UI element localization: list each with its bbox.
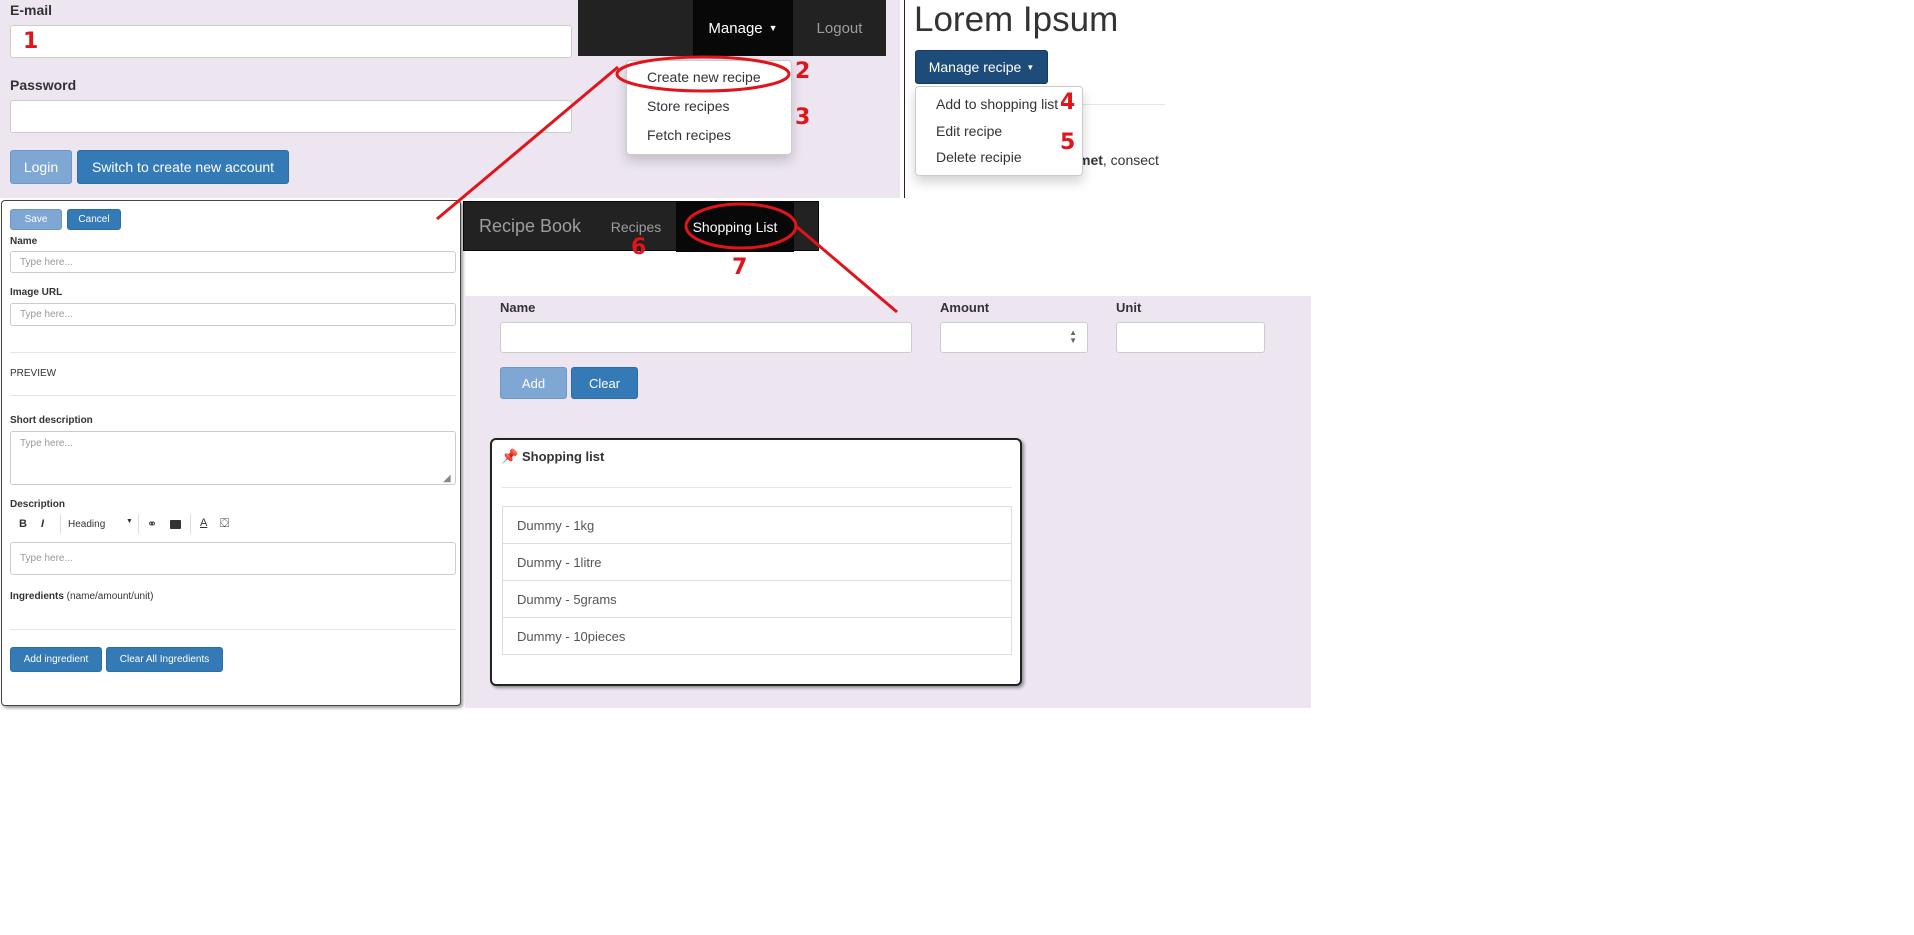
annotation-5: 5 — [1060, 130, 1076, 155]
annotation-1: 1 — [23, 29, 39, 54]
arrow-to-form — [436, 65, 619, 221]
highlight-shopping-tab — [684, 202, 798, 250]
annotation-7: 7 — [732, 255, 748, 280]
annotation-4: 4 — [1060, 90, 1076, 115]
annotation-6: 6 — [631, 235, 647, 260]
arrow-to-shopping — [796, 225, 898, 314]
annotation-overlay — [436, 55, 898, 314]
highlight-create-recipe — [615, 55, 791, 93]
annotation-2: 2 — [795, 59, 811, 84]
annotation-3: 3 — [795, 105, 811, 130]
